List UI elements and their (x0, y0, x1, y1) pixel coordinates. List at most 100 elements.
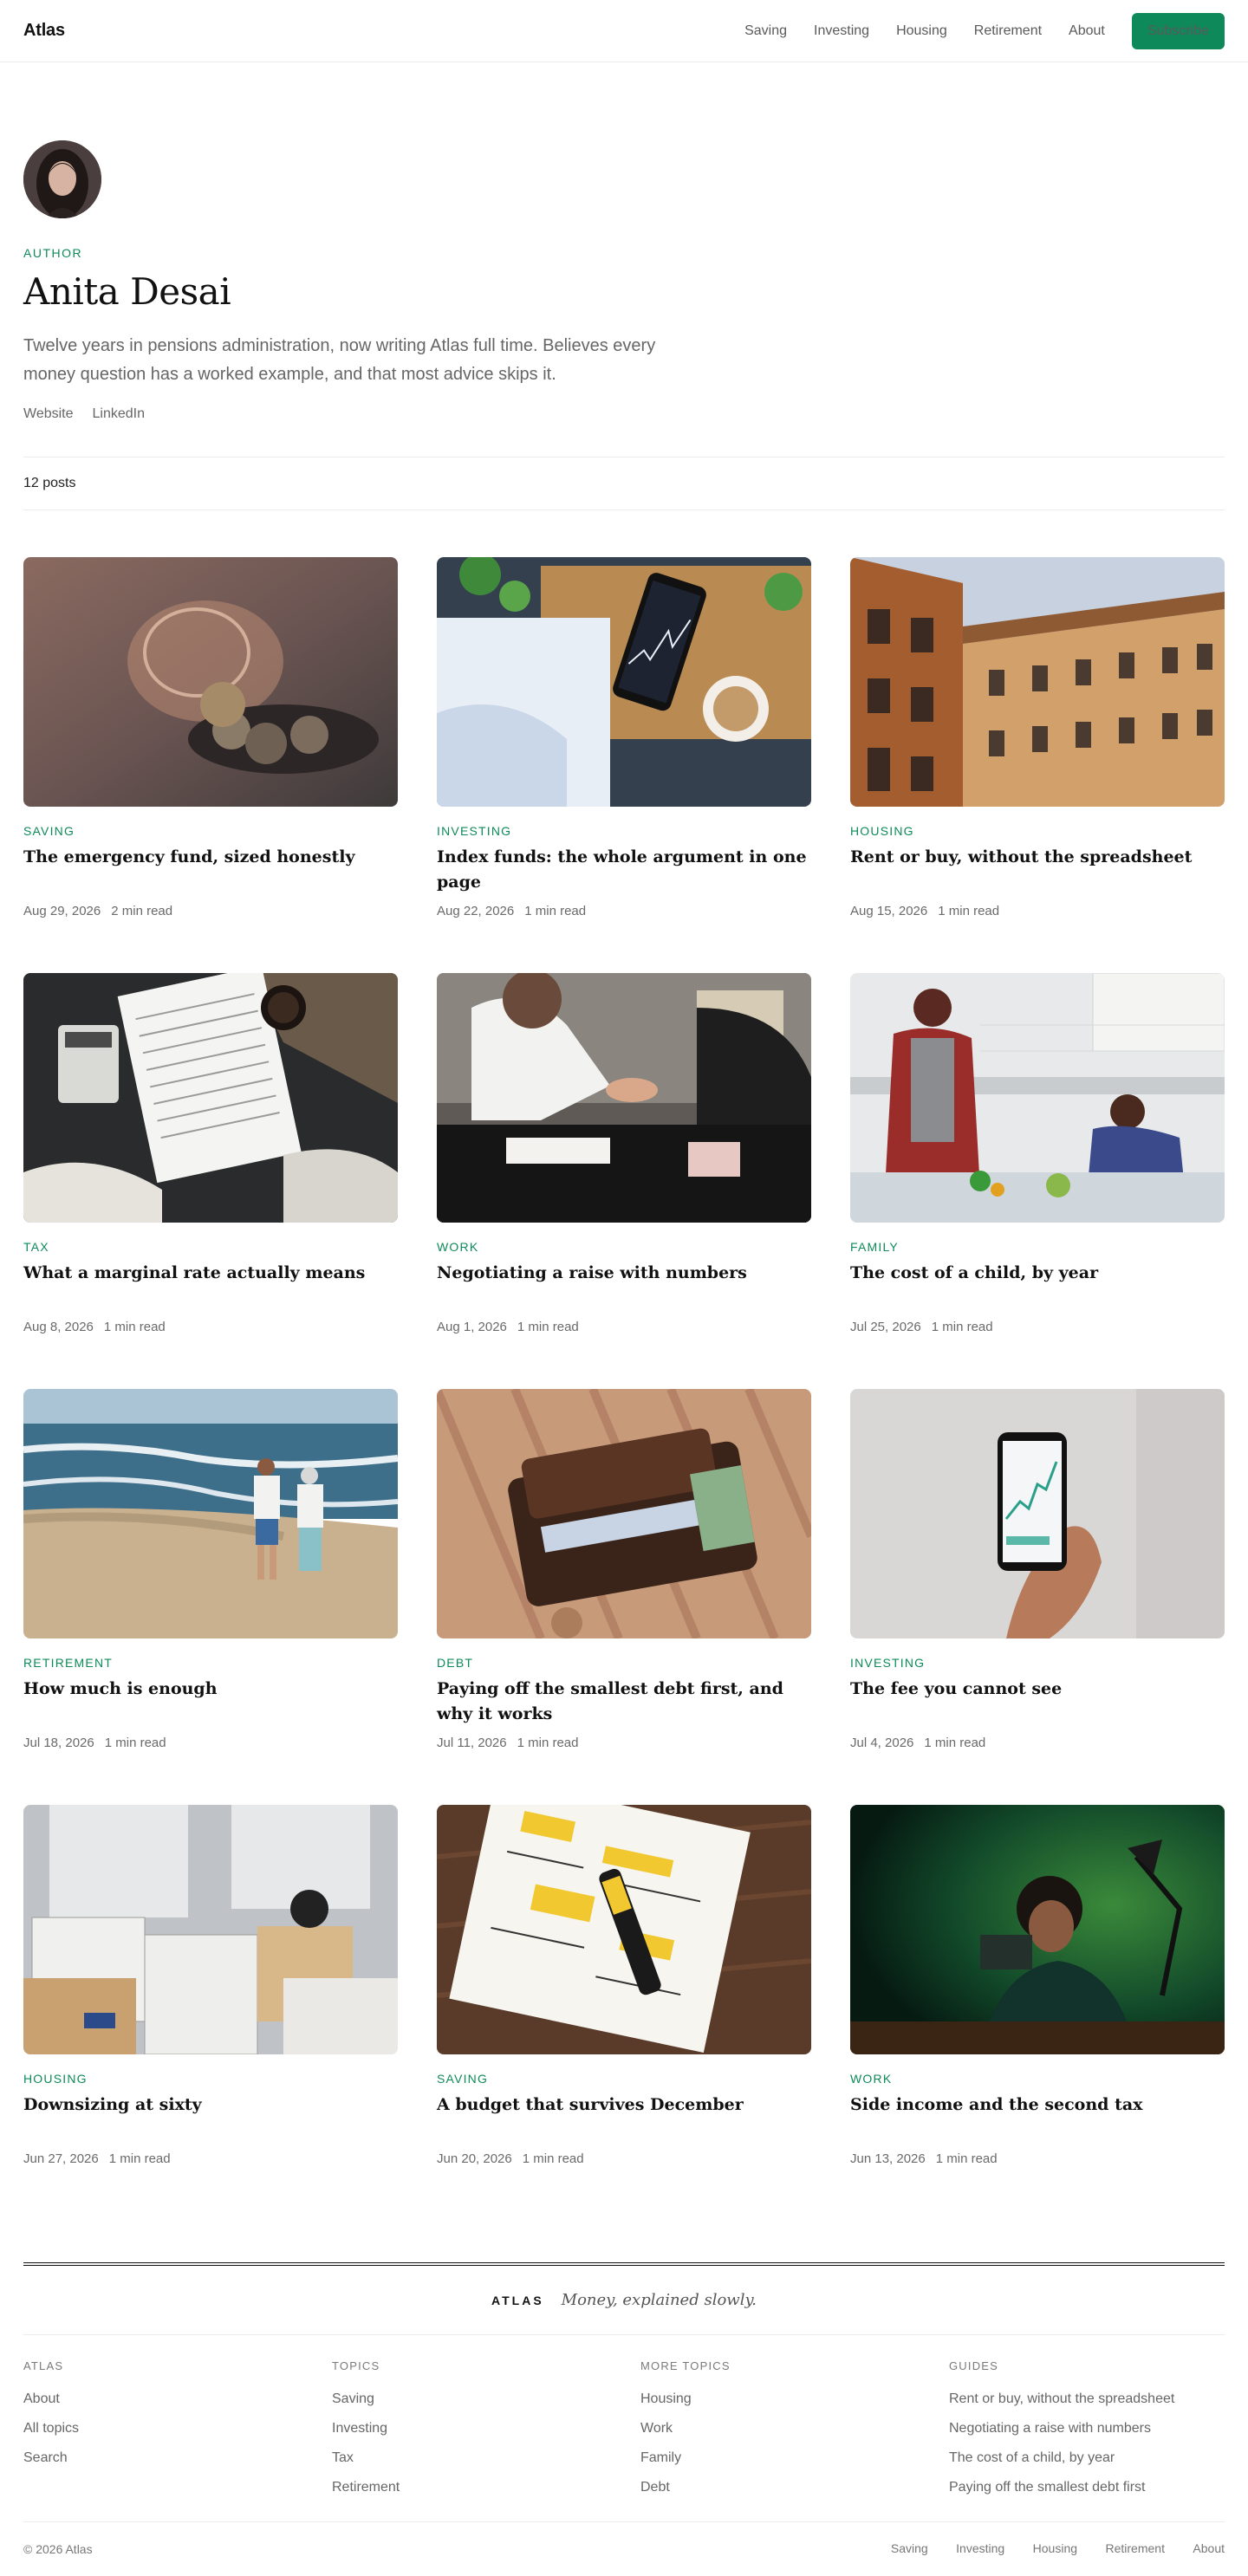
post-meta: Aug 8, 2026 1 min read (23, 1320, 398, 1334)
post-thumbnail[interactable] (437, 1389, 811, 1638)
footer-link-work[interactable]: Work (640, 2414, 949, 2443)
post-thumbnail[interactable] (23, 973, 398, 1223)
footer-nav-about[interactable]: About (1193, 2541, 1225, 2555)
footer-nav-housing[interactable]: Housing (1033, 2541, 1077, 2555)
post-title[interactable]: The emergency fund, sized honestly (23, 845, 398, 895)
post-card[interactable]: Housing Rent or buy, without the spreads… (850, 557, 1225, 931)
phone-chart-image (437, 557, 811, 807)
post-meta: Jun 27, 2026 1 min read (23, 2151, 398, 2166)
post-card[interactable]: Saving The emergency fund, sized honestl… (23, 557, 398, 931)
post-card[interactable]: Investing The fee you cannot see Jul 4, … (850, 1389, 1225, 1763)
post-read-time: 1 min read (103, 1320, 166, 1334)
post-thumbnail[interactable] (23, 1805, 398, 2054)
post-title[interactable]: What a marginal rate actually means (23, 1261, 398, 1311)
nav-housing[interactable]: Housing (896, 23, 947, 39)
post-card[interactable]: Work Side income and the second tax Jun … (850, 1805, 1225, 2179)
footer-link-family[interactable]: Family (640, 2443, 949, 2473)
footer-guide-link[interactable]: Negotiating a raise with numbers (949, 2414, 1248, 2443)
post-count: 12 posts (23, 457, 1225, 510)
building-image (850, 557, 1225, 807)
post-title[interactable]: The fee you cannot see (850, 1677, 1225, 1727)
post-card[interactable]: Debt Paying off the smallest debt first,… (437, 1389, 811, 1763)
footer-link-investing[interactable]: Investing (332, 2414, 640, 2443)
nav-retirement[interactable]: Retirement (974, 23, 1042, 39)
nav-about[interactable]: About (1069, 23, 1105, 39)
subscribe-button[interactable]: Subscribe (1131, 12, 1225, 49)
post-thumbnail[interactable] (437, 973, 811, 1223)
post-read-time: 1 min read (524, 904, 587, 918)
post-thumbnail[interactable] (437, 1805, 811, 2054)
post-read-time: 1 min read (517, 1320, 579, 1334)
brand-logo[interactable]: Atlas (23, 21, 65, 41)
beach-couple-image (23, 1389, 398, 1638)
post-meta: Aug 1, 2026 1 min read (437, 1320, 811, 1334)
footer-column-heading: Atlas (23, 2359, 64, 2372)
post-category: Debt (437, 1656, 474, 1670)
post-meta: Aug 29, 2026 2 min read (23, 904, 398, 918)
footer-link-housing[interactable]: Housing (640, 2385, 949, 2414)
nav-saving[interactable]: Saving (744, 23, 787, 39)
hand-phone-image (850, 1389, 1225, 1638)
footer-column-heading: Topics (332, 2359, 380, 2372)
footer-nav-investing[interactable]: Investing (956, 2541, 1004, 2555)
post-card[interactable]: Work Negotiating a raise with numbers Au… (437, 973, 811, 1347)
post-date: Aug 1, 2026 (437, 1320, 507, 1334)
post-meta: Jul 11, 2026 1 min read (437, 1736, 811, 1750)
post-read-time: 1 min read (924, 1736, 986, 1750)
post-title[interactable]: How much is enough (23, 1677, 398, 1727)
post-title[interactable]: Negotiating a raise with numbers (437, 1261, 811, 1311)
post-category: Work (437, 1240, 479, 1254)
post-card[interactable]: Housing Downsizing at sixty Jun 27, 2026… (23, 1805, 398, 2179)
footer-link-saving[interactable]: Saving (332, 2385, 640, 2414)
post-card[interactable]: Retirement How much is enough Jul 18, 20… (23, 1389, 398, 1763)
footer-guide-link[interactable]: The cost of a child, by year (949, 2443, 1248, 2473)
post-date: Jul 11, 2026 (437, 1736, 507, 1750)
footer-link-about[interactable]: About (23, 2385, 332, 2414)
post-category: Saving (23, 824, 75, 838)
post-thumbnail[interactable] (850, 1805, 1225, 2054)
footer-link-search[interactable]: Search (23, 2443, 332, 2473)
footer-guide-link[interactable]: Rent or buy, without the spreadsheet (949, 2385, 1248, 2414)
post-category: Retirement (23, 1656, 113, 1670)
post-date: Aug 29, 2026 (23, 904, 101, 918)
footer-tagline: Money, explained slowly. (561, 2291, 757, 2309)
footer-link-tax[interactable]: Tax (332, 2443, 640, 2473)
footer-link-retirement[interactable]: Retirement (332, 2473, 640, 2502)
post-meta: Jul 25, 2026 1 min read (850, 1320, 1225, 1334)
site-footer: ATLAS Money, explained slowly. Atlas Abo… (23, 2262, 1225, 2576)
footer-link-debt[interactable]: Debt (640, 2473, 949, 2502)
post-meta: Aug 22, 2026 1 min read (437, 904, 811, 918)
website-link[interactable]: Website (23, 406, 74, 422)
post-title[interactable]: Index funds: the whole argument in one p… (437, 845, 811, 895)
footer-nav-retirement[interactable]: Retirement (1105, 2541, 1164, 2555)
post-card[interactable]: Saving A budget that survives December J… (437, 1805, 811, 2179)
footer-column-atlas: Atlas About All topics Search (23, 2359, 332, 2521)
post-card[interactable]: Investing Index funds: the whole argumen… (437, 557, 811, 931)
post-card[interactable]: Tax What a marginal rate actually means … (23, 973, 398, 1347)
post-thumbnail[interactable] (850, 973, 1225, 1223)
moving-boxes-image (23, 1805, 398, 2054)
post-title[interactable]: Rent or buy, without the spreadsheet (850, 845, 1225, 895)
post-title[interactable]: The cost of a child, by year (850, 1261, 1225, 1311)
post-card[interactable]: Family The cost of a child, by year Jul … (850, 973, 1225, 1347)
nav-investing[interactable]: Investing (814, 23, 869, 39)
footer-brand[interactable]: ATLAS (491, 2294, 544, 2307)
footer-column-heading: More topics (640, 2359, 731, 2372)
post-thumbnail[interactable] (23, 1389, 398, 1638)
footer-nav-saving[interactable]: Saving (891, 2541, 928, 2555)
post-title[interactable]: Paying off the smallest debt first, and … (437, 1677, 811, 1727)
footer-guide-link[interactable]: Paying off the smallest debt first (949, 2473, 1248, 2502)
post-thumbnail[interactable] (23, 557, 398, 807)
post-title[interactable]: A budget that survives December (437, 2093, 811, 2143)
footer-link-all-topics[interactable]: All topics (23, 2414, 332, 2443)
post-date: Jul 18, 2026 (23, 1736, 94, 1750)
post-thumbnail[interactable] (850, 1389, 1225, 1638)
post-read-time: 1 min read (935, 2151, 998, 2166)
post-title[interactable]: Side income and the second tax (850, 2093, 1225, 2143)
post-thumbnail[interactable] (437, 557, 811, 807)
footer-column-heading: Guides (949, 2359, 999, 2372)
post-thumbnail[interactable] (850, 557, 1225, 807)
post-date: Aug 8, 2026 (23, 1320, 94, 1334)
linkedin-link[interactable]: LinkedIn (93, 406, 146, 422)
post-title[interactable]: Downsizing at sixty (23, 2093, 398, 2143)
